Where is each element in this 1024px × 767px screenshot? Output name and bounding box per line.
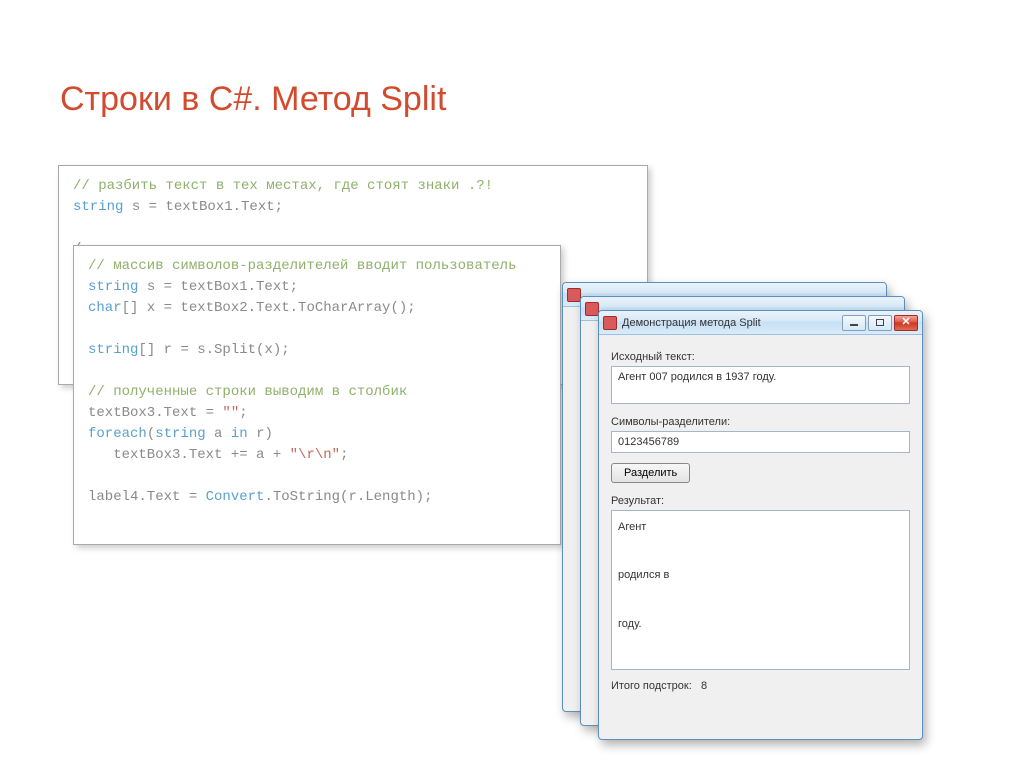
summary-value: 8 — [701, 680, 707, 692]
code-text: ; — [239, 405, 247, 421]
maximize-button[interactable] — [868, 315, 892, 331]
code-keyword: string — [88, 279, 147, 295]
window-title: Демонстрация метода Split — [622, 317, 842, 329]
code-keyword: in — [231, 426, 256, 442]
app-icon — [585, 302, 599, 316]
code-string: "" — [222, 405, 239, 421]
code-text: a — [214, 426, 231, 442]
code-keyword: string — [155, 426, 214, 442]
code-comment: // разбить текст в тех местах, где стоят… — [73, 178, 493, 194]
code-block-front: // массив символов-разделителей вводит п… — [73, 245, 561, 545]
code-keyword: Convert — [206, 489, 265, 505]
window-controls: ✕ — [842, 315, 918, 331]
close-icon: ✕ — [901, 317, 910, 328]
app-icon — [567, 288, 581, 302]
code-text: [] x = textBox2.Text.ToCharArray(); — [122, 300, 416, 316]
code-comment: // полученные строки выводим в столбик — [88, 384, 407, 400]
code-text: s = textBox1.Text; — [132, 199, 283, 215]
input-label: Исходный текст: — [611, 351, 910, 363]
code-keyword: foreach — [88, 426, 147, 442]
summary-label: Итого подстрок: — [611, 680, 692, 692]
delimiter-textbox[interactable]: 0123456789 — [611, 431, 910, 453]
close-button[interactable]: ✕ — [894, 315, 918, 331]
code-text: ( — [147, 426, 155, 442]
demo-window: Демонстрация метода Split ✕ Исходный тек… — [598, 310, 923, 740]
input-textbox[interactable]: Агент 007 родился в 1937 году. — [611, 366, 910, 404]
result-textbox[interactable]: Агент родился в году. — [611, 510, 910, 670]
minimize-button[interactable] — [842, 315, 866, 331]
code-text: textBox3.Text = — [88, 405, 222, 421]
titlebar[interactable]: Демонстрация метода Split ✕ — [599, 311, 922, 335]
maximize-icon — [876, 319, 884, 326]
code-comment: // массив символов-разделителей вводит п… — [88, 258, 516, 274]
code-text: s = textBox1.Text; — [147, 279, 298, 295]
summary-row: Итого подстрок: 8 — [611, 680, 910, 692]
split-button[interactable]: Разделить — [611, 463, 690, 483]
code-string: "\r\n" — [290, 447, 340, 463]
delimiter-label: Символы-разделители: — [611, 416, 910, 428]
result-label: Результат: — [611, 495, 910, 507]
code-text: label4.Text = — [88, 489, 206, 505]
code-text: ; — [340, 447, 348, 463]
code-text: [] r = s.Split(x); — [138, 342, 289, 358]
minimize-icon — [850, 324, 858, 326]
code-text: .ToString(r.Length); — [264, 489, 432, 505]
code-keyword: string — [73, 199, 132, 215]
window-body: Исходный текст: Агент 007 родился в 1937… — [599, 335, 922, 702]
code-text: r) — [256, 426, 273, 442]
app-icon — [603, 316, 617, 330]
code-keyword: string — [88, 342, 138, 358]
slide-title: Строки в C#. Метод Split — [60, 80, 446, 119]
code-keyword: char — [88, 300, 122, 316]
code-text: textBox3.Text += a + — [88, 447, 290, 463]
